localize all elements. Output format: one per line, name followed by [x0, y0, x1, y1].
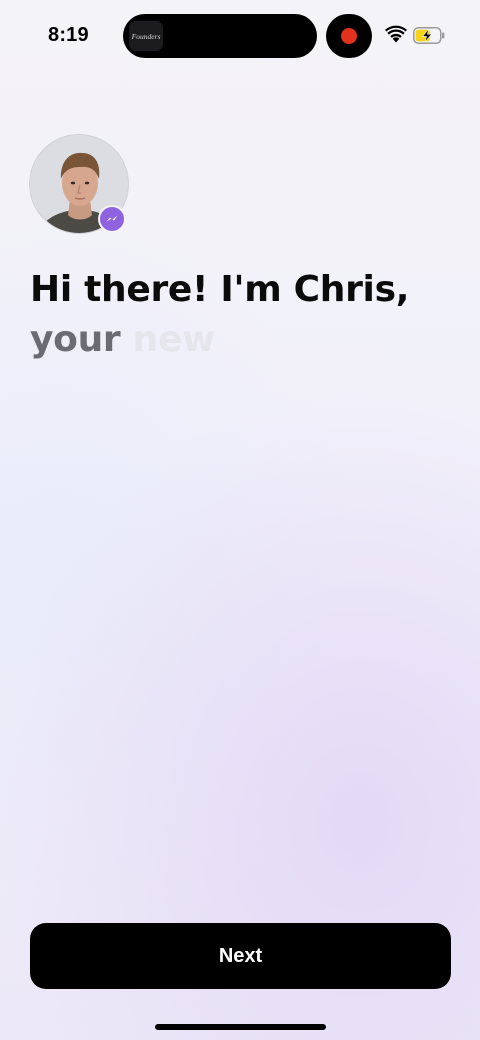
- record-dot-icon: [341, 28, 357, 44]
- screen-recording-indicator[interactable]: [326, 14, 372, 58]
- typing-subline: your new: [30, 316, 450, 364]
- next-button[interactable]: Next: [30, 923, 451, 989]
- assistant-avatar-container: [29, 134, 129, 234]
- messenger-badge: [98, 205, 126, 233]
- messenger-icon: [106, 215, 118, 222]
- home-indicator[interactable]: [155, 1024, 326, 1030]
- battery-icon: [413, 27, 445, 44]
- greeting-headline: Hi there! I'm Chris,: [30, 269, 410, 310]
- island-app-label: Founders: [131, 31, 161, 41]
- typing-word-your: your: [30, 319, 121, 360]
- wifi-icon: [385, 25, 407, 43]
- typing-word-new: new: [132, 319, 216, 360]
- dynamic-island[interactable]: Founders: [123, 14, 317, 58]
- island-app-thumbnail[interactable]: Founders: [129, 21, 163, 51]
- status-time: 8:19: [48, 24, 89, 46]
- status-bar: 8:19 Founders: [0, 0, 480, 72]
